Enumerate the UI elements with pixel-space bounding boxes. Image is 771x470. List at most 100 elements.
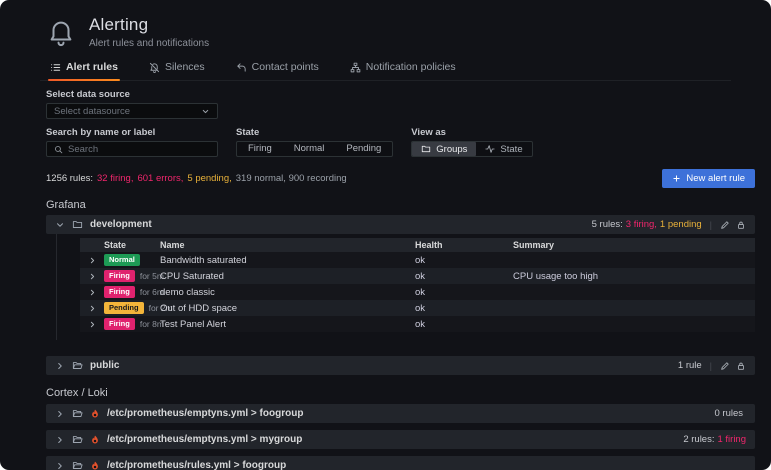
search-label: Search by name or label — [46, 127, 218, 138]
stats-errors: 601 errors, — [137, 173, 183, 184]
prometheus-fire-icon — [90, 435, 100, 445]
column-header-name: Name — [160, 240, 415, 250]
group-header-development[interactable]: development 5 rules: 3 firing, 1 pending… — [46, 215, 755, 234]
group-name: /etc/prometheus/emptyns.yml > mygroup — [107, 434, 302, 445]
bell-icon — [46, 17, 76, 47]
prometheus-fire-icon — [90, 461, 100, 470]
rule-name: demo classic — [160, 287, 415, 298]
pencil-icon[interactable] — [720, 361, 730, 371]
tab-notification-policies[interactable]: Notification policies — [348, 56, 458, 80]
chevron-right-icon[interactable] — [55, 435, 65, 445]
folder-icon — [421, 144, 431, 154]
table-row[interactable]: Normal Bandwidth saturated ok — [80, 252, 755, 268]
meta-prefix: 0 rules — [714, 408, 743, 419]
column-header-summary: Summary — [513, 240, 755, 250]
prometheus-fire-icon — [90, 409, 100, 419]
meta-firing: 3 firing, — [626, 219, 657, 230]
meta-prefix: 5 rules: — [592, 219, 623, 230]
search-box[interactable] — [46, 141, 218, 157]
table-row[interactable]: Firingfor 8m Test Panel Alert ok — [80, 316, 755, 332]
chevron-right-icon[interactable] — [55, 461, 65, 470]
datasource-select[interactable]: Select datasource — [46, 103, 218, 119]
view-as-state-button[interactable]: State — [476, 142, 531, 156]
chevron-down-icon — [201, 107, 210, 116]
meta-firing: 1 firing — [717, 434, 746, 445]
rule-health: ok — [415, 319, 513, 330]
search-icon — [54, 145, 63, 154]
tab-contact-points[interactable]: Contact points — [234, 56, 321, 80]
stats-rest: 319 normal, 900 recording — [236, 173, 347, 184]
view-as-group: Groups State — [411, 141, 532, 157]
chevron-down-icon[interactable] — [55, 220, 65, 230]
content: Select data source Select datasource Sea… — [0, 81, 771, 470]
chevron-right-icon[interactable] — [55, 409, 65, 419]
group-meta: 2 rules: 1 firing — [683, 434, 746, 445]
list-icon — [50, 62, 61, 73]
state-option-normal[interactable]: Normal — [283, 142, 336, 156]
lock-icon[interactable] — [736, 220, 746, 230]
table-row[interactable]: Pendingfor 2m Out of HDD space ok — [80, 300, 755, 316]
view-as-label: View as — [411, 127, 532, 138]
sitemap-icon — [350, 62, 361, 73]
lock-icon[interactable] — [736, 361, 746, 371]
state-filter-block: State Firing Normal Pending — [236, 127, 393, 157]
alerting-page: Alerting Alert rules and notifications A… — [0, 0, 771, 470]
folder-open-icon — [72, 434, 83, 445]
rules-stats: 1256 rules: 32 firing, 601 errors, 5 pen… — [46, 173, 347, 184]
view-as-groups-button[interactable]: Groups — [412, 142, 476, 156]
chevron-right-icon[interactable] — [80, 256, 104, 265]
status-badge: Firing — [104, 286, 135, 298]
tab-label: Notification policies — [366, 61, 456, 73]
stats-total: 1256 rules: — [46, 173, 93, 184]
bell-slash-icon — [149, 62, 160, 73]
rule-health: ok — [415, 303, 513, 314]
corner-arrow-icon — [236, 62, 247, 73]
group-meta: 0 rules — [714, 408, 746, 419]
rule-health: ok — [415, 255, 513, 266]
pencil-icon[interactable] — [720, 220, 730, 230]
pulse-icon — [485, 144, 495, 154]
column-header-health: Health — [415, 240, 513, 250]
group-header-mygroup[interactable]: /etc/prometheus/emptyns.yml > mygroup 2 … — [46, 430, 755, 449]
status-badge: Firing — [104, 270, 135, 282]
page-header: Alerting Alert rules and notifications — [0, 0, 771, 49]
stats-pending: 5 pending, — [187, 173, 231, 184]
group-name: public — [90, 360, 119, 371]
chevron-right-icon[interactable] — [80, 272, 104, 281]
divider: | — [708, 220, 714, 230]
chevron-right-icon[interactable] — [80, 288, 104, 297]
stats-row: 1256 rules: 32 firing, 601 errors, 5 pen… — [46, 169, 755, 188]
chevron-right-icon[interactable] — [55, 361, 65, 371]
tab-alert-rules[interactable]: Alert rules — [48, 56, 120, 80]
new-alert-rule-button[interactable]: New alert rule — [662, 169, 755, 188]
state-filter-group: Firing Normal Pending — [236, 141, 393, 157]
section-title-grafana: Grafana — [46, 199, 755, 211]
table-header: State Name Health Summary — [80, 238, 755, 252]
view-as-state-label: State — [500, 144, 522, 155]
section-title-cortex: Cortex / Loki — [46, 387, 755, 399]
datasource-placeholder: Select datasource — [54, 106, 130, 117]
page-subtitle: Alert rules and notifications — [89, 38, 209, 49]
tab-bar: Alert rules Silences Contact points Noti… — [40, 56, 731, 81]
chevron-right-icon[interactable] — [80, 304, 104, 313]
chevron-right-icon[interactable] — [80, 320, 104, 329]
group-header-rules-foogroup[interactable]: /etc/prometheus/rules.yml > foogroup — [46, 456, 755, 470]
view-as-groups-label: Groups — [436, 144, 467, 155]
group-header-foogroup[interactable]: /etc/prometheus/emptyns.yml > foogroup 0… — [46, 404, 755, 423]
group-header-public[interactable]: public 1 rule | — [46, 356, 755, 375]
rule-name: Test Panel Alert — [160, 319, 415, 330]
datasource-label: Select data source — [46, 89, 755, 100]
state-option-firing[interactable]: Firing — [237, 142, 283, 156]
table-row[interactable]: Firingfor 5m CPU Saturated ok CPU usage … — [80, 268, 755, 284]
rule-name: Bandwidth saturated — [160, 255, 415, 266]
search-input[interactable] — [68, 144, 210, 155]
group-meta: 1 rule — [678, 360, 702, 371]
page-title: Alerting — [89, 15, 209, 35]
tab-silences[interactable]: Silences — [147, 56, 207, 80]
stats-firing: 32 firing, — [97, 173, 133, 184]
table-row[interactable]: Firingfor 6m demo classic ok — [80, 284, 755, 300]
new-alert-rule-label: New alert rule — [686, 173, 745, 184]
page-title-block: Alerting Alert rules and notifications — [89, 15, 209, 49]
state-option-pending[interactable]: Pending — [335, 142, 392, 156]
meta-pending: 1 pending — [660, 219, 702, 230]
